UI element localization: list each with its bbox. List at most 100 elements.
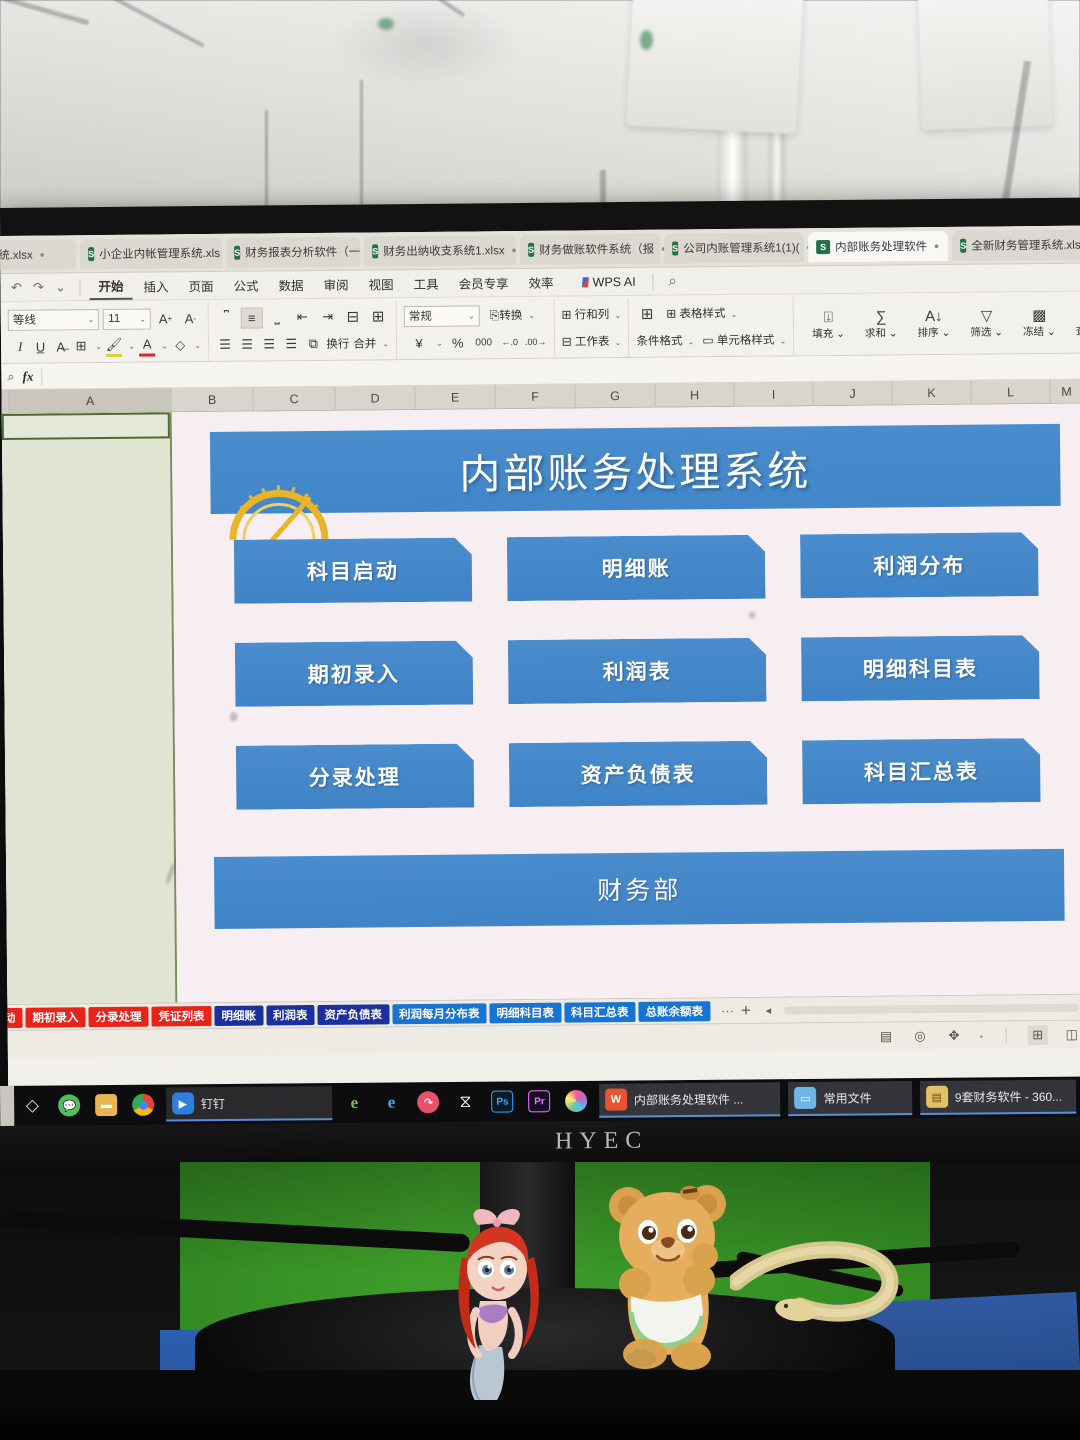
add-sheet-icon[interactable]: + xyxy=(741,1000,751,1020)
accessibility-icon[interactable]: ✥ xyxy=(944,1025,964,1045)
justify-icon[interactable]: ☰ xyxy=(282,334,300,355)
internet-explorer-icon[interactable]: e xyxy=(373,1082,410,1122)
sheet-tab-journal-entry[interactable]: 分录处理 xyxy=(88,1006,149,1027)
dashboard-button-subject-summary[interactable]: 科目汇总表 xyxy=(802,738,1041,804)
italic-icon[interactable]: I xyxy=(12,336,28,357)
convert-button[interactable]: ⎘转换 xyxy=(490,307,523,323)
worksheet-button[interactable]: ⊟ 工作表 ⌄ xyxy=(562,333,622,350)
column-header-J[interactable]: J xyxy=(813,381,893,406)
conditional-format-icon[interactable]: ⊞ xyxy=(636,303,658,324)
column-header-G[interactable]: G xyxy=(575,383,656,408)
horizontal-scrollbar[interactable] xyxy=(783,1003,1080,1015)
comma-style-icon[interactable]: 000 xyxy=(473,332,495,353)
sheet-tab-balance-sheet[interactable]: 资产负债表 xyxy=(317,1003,390,1025)
menu-item-start[interactable]: 开始 xyxy=(89,272,133,301)
decimal-decrease-icon[interactable]: ←.0 xyxy=(499,332,521,353)
wechat-icon[interactable]: 💬 xyxy=(51,1085,88,1125)
clear-format-icon[interactable]: ◇ xyxy=(172,335,188,356)
indent-decrease-icon[interactable]: ⇤ xyxy=(292,306,313,327)
column-header-D[interactable]: D xyxy=(335,386,416,410)
diamond-icon[interactable]: ◇ xyxy=(14,1086,51,1126)
sheet-tab-detail-ledger[interactable]: 明细账 xyxy=(214,1005,264,1026)
function-icon[interactable]: fx xyxy=(23,368,34,384)
dashboard-button-subject-start[interactable]: 科目启动 xyxy=(234,537,473,603)
folder-icon[interactable]: ▬ xyxy=(88,1085,125,1125)
align-middle-icon[interactable]: ≡ xyxy=(240,306,263,329)
dashboard-button-balance-sheet[interactable]: 资产负债表 xyxy=(509,741,768,807)
file-tab-active[interactable]: S 内部账务处理软件 • xyxy=(808,230,949,263)
orientation-icon[interactable]: ⊟ xyxy=(342,306,363,327)
sheet-tab-subject-summary[interactable]: 科目汇总表 xyxy=(563,1001,636,1023)
wps-ai-button[interactable]: WPS AI xyxy=(575,272,644,291)
align-top-icon[interactable]: ⎴ xyxy=(216,307,237,328)
sheet-tab-opening-entry[interactable]: 期初录入 xyxy=(25,1006,86,1028)
dashboard-button-income-statement[interactable]: 利润表 xyxy=(508,638,767,704)
fill-button[interactable]: ⍗ 填充 ⌄ xyxy=(807,309,850,341)
edge-legacy-icon[interactable]: e xyxy=(336,1083,373,1123)
font-size-select[interactable]: 11 ⌄ xyxy=(103,308,152,330)
menu-item-page[interactable]: 页面 xyxy=(179,273,222,298)
menu-item-view[interactable]: 视图 xyxy=(359,271,402,296)
font-shrink-icon[interactable]: A- xyxy=(180,308,201,329)
font-name-select[interactable]: 等线 ⌄ xyxy=(7,308,100,331)
chevron-down-icon[interactable]: ⌄ xyxy=(978,1031,985,1040)
indent-increase-icon[interactable]: ⇥ xyxy=(317,306,338,327)
freeze-button[interactable]: ▩ 冻结 ⌄ xyxy=(1018,307,1061,339)
currency-yuan-icon[interactable]: ¥ xyxy=(408,332,430,353)
chevron-down-icon[interactable]: ⌄ xyxy=(50,277,70,297)
page-layout-icon[interactable]: ▤ xyxy=(876,1026,896,1046)
dashboard-button-opening-entry[interactable]: 期初录入 xyxy=(235,640,474,706)
recorder-icon[interactable]: ↷ xyxy=(410,1082,447,1122)
sheet-nav-prev-icon[interactable]: ◄ xyxy=(764,1005,773,1015)
column-header-M[interactable]: M xyxy=(1050,379,1080,403)
file-tab[interactable]: S 理系统.xlsx • xyxy=(0,239,77,271)
align-right-icon[interactable]: ☰ xyxy=(260,334,278,355)
borders-icon[interactable]: ⊞ xyxy=(73,336,89,357)
close-icon[interactable]: • xyxy=(40,247,45,263)
menu-item-tools[interactable]: 工具 xyxy=(404,271,447,296)
find-button[interactable]: ⌕ 查找 ⌄ xyxy=(1071,307,1080,338)
eye-icon[interactable]: ◎ xyxy=(910,1026,930,1046)
align-center-icon[interactable]: ☰ xyxy=(238,334,256,355)
meitu-icon[interactable]: ⧖ xyxy=(447,1082,484,1122)
chrome-icon[interactable] xyxy=(125,1085,162,1125)
column-a-cells[interactable] xyxy=(1,412,178,1004)
premiere-icon[interactable]: Pr xyxy=(521,1081,558,1121)
taskbar-window-common-files[interactable]: ▭ 常用文件 xyxy=(788,1081,912,1117)
menu-item-formula[interactable]: 公式 xyxy=(224,272,267,297)
search-icon[interactable]: ⌕ xyxy=(663,271,683,291)
distribute-icon[interactable]: ⧉ xyxy=(304,333,322,354)
menu-item-member[interactable]: 会员专享 xyxy=(449,270,517,296)
sheet-tab-monthly-profit[interactable]: 利润每月分布表 xyxy=(391,1002,487,1024)
table-style-button[interactable]: ⊞ 表格样式 ⌄ xyxy=(666,305,737,322)
redo-icon[interactable]: ↷ xyxy=(28,277,48,297)
menu-item-review[interactable]: 审阅 xyxy=(314,272,357,297)
chrome-canary-icon[interactable] xyxy=(558,1081,595,1121)
align-left-icon[interactable]: ☰ xyxy=(216,334,234,355)
column-header-E[interactable]: E xyxy=(415,385,496,410)
split-view-icon[interactable]: ◫ xyxy=(1062,1024,1080,1044)
menu-item-data[interactable]: 数据 xyxy=(269,272,312,297)
menu-item-efficiency[interactable]: 效率 xyxy=(519,270,562,295)
font-color-icon[interactable]: A xyxy=(139,335,156,357)
file-tab[interactable]: S 财务出纳收支系统1.xlsx • xyxy=(364,235,517,267)
dashboard-button-detail-ledger[interactable]: 明细账 xyxy=(507,535,766,601)
merge-cells-label[interactable]: 合并 xyxy=(353,335,376,351)
undo-icon[interactable]: ↶ xyxy=(6,277,26,297)
conditional-format-label[interactable]: 条件格式 ⌄ xyxy=(636,332,694,349)
number-format-select[interactable]: 常规 ⌄ xyxy=(403,304,480,327)
rows-columns-button[interactable]: ⊞ 行和列 ⌄ xyxy=(561,306,621,323)
file-tab[interactable]: S 财务报表分析软件（一 • xyxy=(226,236,372,268)
cell-style-button[interactable]: ▭ 单元格样式 ⌄ xyxy=(702,331,786,348)
decimal-increase-icon[interactable]: .00→ xyxy=(525,331,547,352)
menu-item-insert[interactable]: 插入 xyxy=(134,273,177,298)
file-tab[interactable]: S 财务做账软件系统（报 • xyxy=(520,233,666,266)
align-bottom-icon[interactable]: ⎵ xyxy=(266,307,287,328)
start-button[interactable] xyxy=(0,1085,14,1126)
file-tab[interactable]: S 小企业内帐管理系统.xls • xyxy=(80,237,232,270)
sheet-tab-startup[interactable]: 启动 xyxy=(7,1007,23,1028)
file-tab[interactable]: S 全新财务管理系统.xlsm xyxy=(951,229,1080,261)
sum-button[interactable]: ∑ 求和 ⌄ xyxy=(860,308,903,340)
close-icon[interactable]: • xyxy=(934,238,939,254)
grid-view-icon[interactable]: ⊞ xyxy=(1027,1024,1048,1045)
